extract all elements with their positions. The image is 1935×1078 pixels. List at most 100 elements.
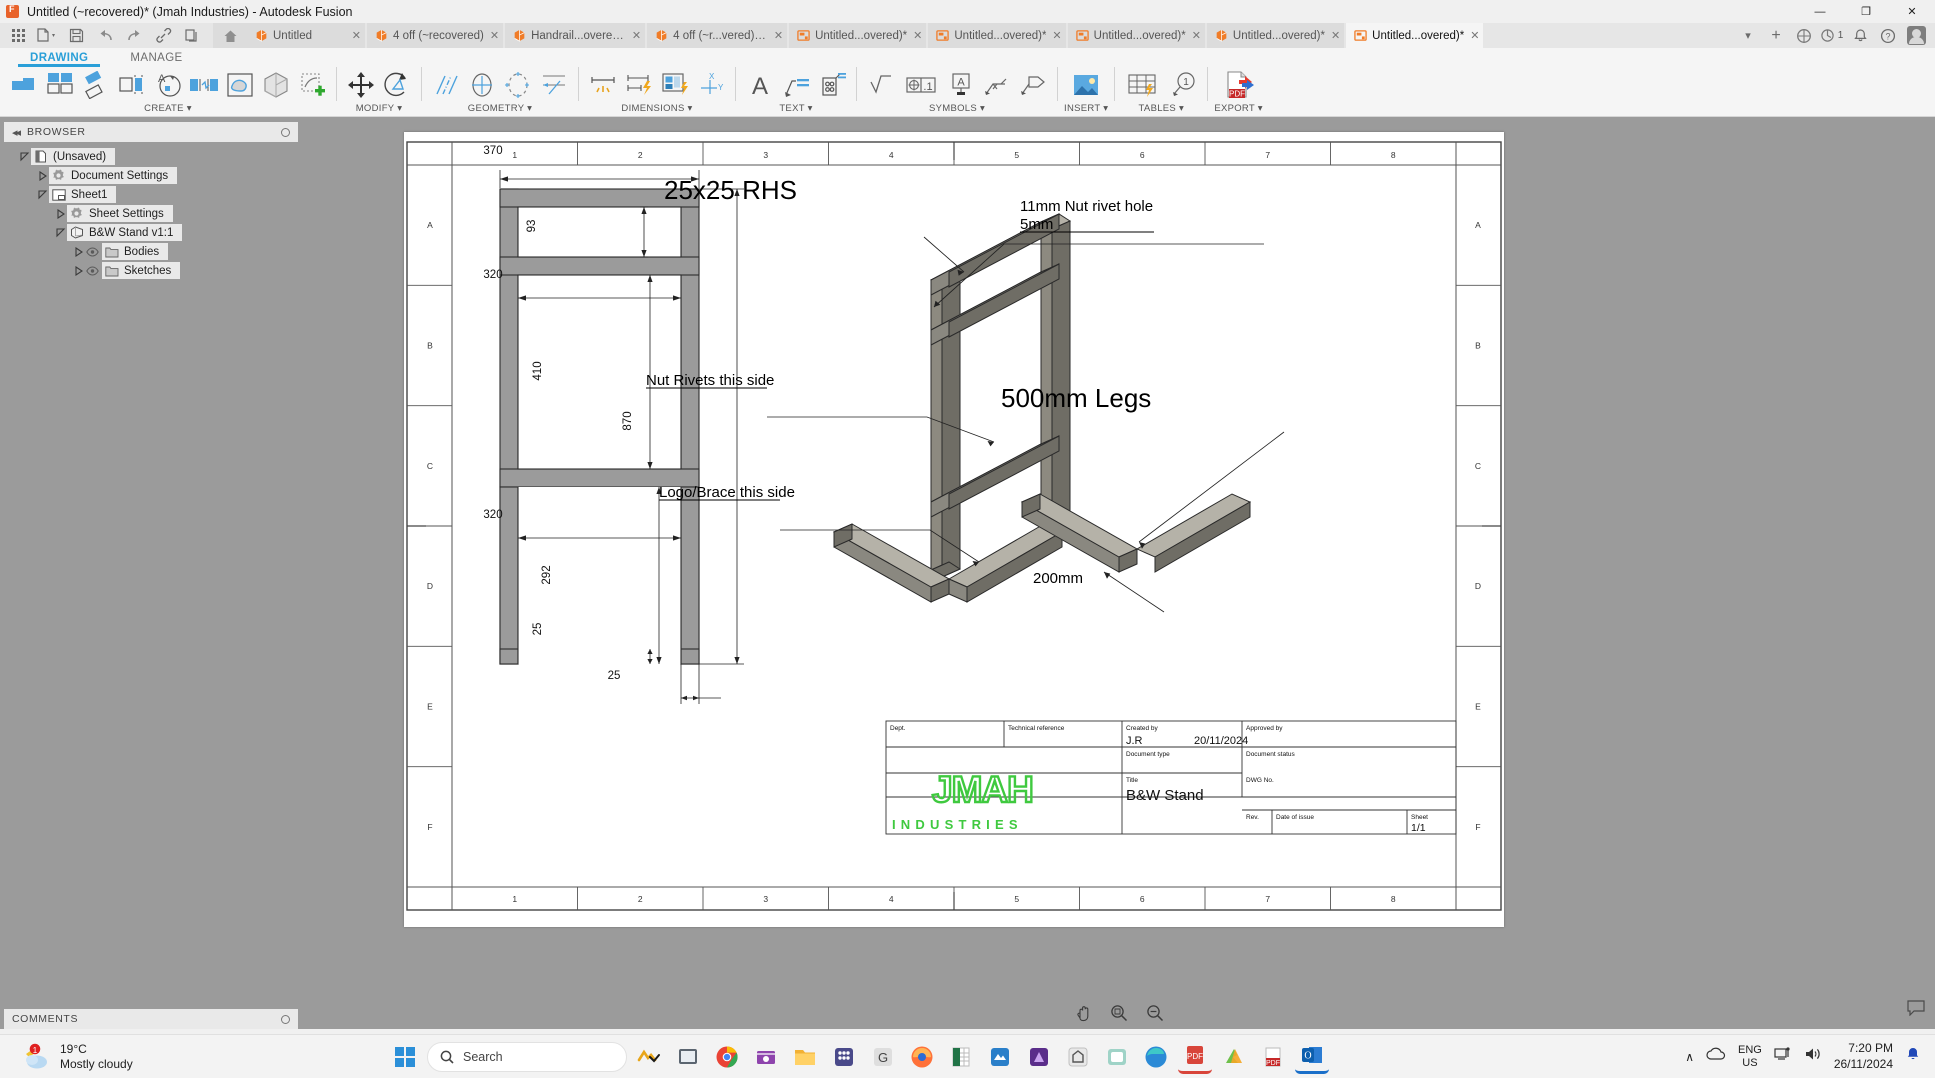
leader-text-icon[interactable] <box>778 67 814 102</box>
save-icon[interactable] <box>62 24 90 48</box>
taskbar-weather-widget[interactable]: 1 19°C Mostly cloudy <box>0 1042 360 1072</box>
group-label-modify[interactable]: MODIFY ▾ <box>356 103 403 114</box>
notifications-bell-icon[interactable] <box>1847 24 1873 48</box>
ribbon-tab-drawing[interactable]: DRAWING <box>17 52 101 67</box>
browser-item-unsaved[interactable]: (Unsaved) <box>0 147 302 166</box>
text-icon[interactable]: A <box>742 67 778 102</box>
bend-note-icon[interactable] <box>1015 67 1051 102</box>
export-pdf-icon[interactable]: PDF <box>1217 67 1261 102</box>
taskbar-edge-icon[interactable] <box>1139 1040 1173 1074</box>
group-label-text[interactable]: TEXT ▾ <box>779 103 812 114</box>
move-view-icon[interactable] <box>343 67 379 102</box>
dimension-icon[interactable] <box>585 67 621 102</box>
taskbar-store-icon[interactable] <box>749 1040 783 1074</box>
feature-control-frame-icon[interactable]: .1 <box>899 67 943 102</box>
group-label-dimensions[interactable]: DIMENSIONS ▾ <box>621 103 692 114</box>
auto-dimension-icon[interactable] <box>621 67 657 102</box>
document-tab-5[interactable]: Untitled...overed)* ✕ <box>928 23 1066 48</box>
detail-view-icon[interactable]: A <box>150 67 186 102</box>
document-tab-close-icon[interactable]: ✕ <box>774 29 783 42</box>
visibility-eye-icon[interactable] <box>85 264 100 277</box>
taskbar-pdf-icon[interactable]: PDF <box>1256 1040 1290 1074</box>
browser-item-b-w-stand-v1-1[interactable]: B&W Stand v1:1 <box>0 223 302 242</box>
group-label-geometry[interactable]: GEOMETRY ▾ <box>468 103 532 114</box>
projected-view-icon[interactable] <box>42 67 78 102</box>
taskbar-chrome-icon[interactable] <box>710 1040 744 1074</box>
zoom-window-icon[interactable] <box>1108 1003 1130 1023</box>
browser-item-sheet-settings[interactable]: Sheet Settings <box>0 204 302 223</box>
expand-arrow-icon[interactable] <box>54 207 67 220</box>
tray-network-icon[interactable] <box>1774 1046 1792 1067</box>
break-view-icon[interactable] <box>186 67 222 102</box>
document-tab-1[interactable]: 4 off (~recovered) ✕ <box>367 23 504 48</box>
expand-arrow-icon[interactable] <box>36 169 49 182</box>
document-tab-6[interactable]: Untitled...overed)* ✕ <box>1067 23 1205 48</box>
table-icon[interactable] <box>1121 67 1165 102</box>
document-tab-close-icon[interactable]: ✕ <box>1192 29 1201 42</box>
weld-symbol-icon[interactable] <box>979 67 1015 102</box>
expand-arrow-icon[interactable] <box>18 150 31 163</box>
base-view-icon[interactable] <box>6 67 42 102</box>
tray-clock[interactable]: 7:20 PM 26/11/2024 <box>1834 1041 1893 1072</box>
taskbar-teams-icon[interactable] <box>1100 1040 1134 1074</box>
taskbar-g-icon[interactable]: G <box>866 1040 900 1074</box>
taskbar-firefox-icon[interactable] <box>905 1040 939 1074</box>
browser-item-sheet1[interactable]: Sheet1 <box>0 185 302 204</box>
expand-arrow-icon[interactable] <box>72 245 85 258</box>
edge-extension-icon[interactable] <box>536 67 572 102</box>
comments-options-icon[interactable] <box>281 1014 290 1024</box>
user-avatar[interactable] <box>1903 24 1929 48</box>
expand-arrow-icon[interactable] <box>72 264 85 277</box>
job-status-icon[interactable]: 1 <box>1819 24 1845 48</box>
taskbar-copilot-icon[interactable] <box>671 1040 705 1074</box>
rotate-view-icon[interactable] <box>379 67 415 102</box>
app-grid-icon[interactable] <box>4 24 32 48</box>
taskbar-search[interactable]: Search <box>427 1041 627 1072</box>
document-tab-close-icon[interactable]: ✕ <box>632 29 641 42</box>
expand-arrow-icon[interactable] <box>54 226 67 239</box>
copy-icon[interactable] <box>178 24 206 48</box>
browser-options-icon[interactable] <box>281 127 290 137</box>
center-mark-icon[interactable] <box>464 67 500 102</box>
group-label-symbols[interactable]: SYMBOLS ▾ <box>929 103 985 114</box>
undo-icon[interactable] <box>91 24 119 48</box>
insert-image-icon[interactable] <box>1064 67 1108 102</box>
close-button[interactable]: ✕ <box>1889 0 1935 23</box>
iso-view-icon[interactable] <box>258 67 294 102</box>
datum-identifier-icon[interactable]: A <box>943 67 979 102</box>
taskbar-outlook-icon[interactable]: O <box>1295 1040 1329 1074</box>
taskbar-pdf-active-icon[interactable]: PDF <box>1178 1040 1212 1074</box>
taskbar-excel-icon[interactable] <box>944 1040 978 1074</box>
document-tab-close-icon[interactable]: ✕ <box>490 29 499 42</box>
document-tab-8[interactable]: Untitled...overed)* ✕ <box>1346 23 1484 48</box>
ordinate-dimension-icon[interactable] <box>657 67 693 102</box>
taskbar-grammarly-icon[interactable] <box>827 1040 861 1074</box>
tray-notification-icon[interactable] <box>1905 1046 1921 1067</box>
origin-icon[interactable]: XY <box>693 67 729 102</box>
taskbar-affinity-icon[interactable] <box>1022 1040 1056 1074</box>
browser-item-bodies[interactable]: Bodies <box>0 242 302 261</box>
minimize-button[interactable]: — <box>1797 0 1843 23</box>
tray-volume-icon[interactable] <box>1804 1046 1822 1067</box>
new-tab-button[interactable]: + <box>1763 24 1789 48</box>
document-tab-2[interactable]: Handrail...overed)* ✕ <box>505 23 646 48</box>
link-icon[interactable] <box>149 24 177 48</box>
taskbar-slicer-icon[interactable] <box>1217 1040 1251 1074</box>
taskbar-explorer-icon[interactable] <box>788 1040 822 1074</box>
section-view-icon[interactable] <box>114 67 150 102</box>
taskbar-widgets-icon[interactable] <box>632 1040 666 1074</box>
feedback-icon[interactable] <box>1907 1000 1925 1021</box>
document-tab-close-icon[interactable]: ✕ <box>1052 29 1061 42</box>
browser-item-document-settings[interactable]: Document Settings <box>0 166 302 185</box>
new-document-icon[interactable] <box>33 24 61 48</box>
table-note-icon[interactable] <box>814 67 850 102</box>
drawing-sheet[interactable]: 1234567812345678AABBCCDDEEFF 25x25 RHS 1… <box>404 132 1504 927</box>
group-label-create[interactable]: CREATE ▾ <box>144 103 192 114</box>
home-button[interactable] <box>213 23 247 48</box>
document-tab-close-icon[interactable]: ✕ <box>1331 29 1340 42</box>
taskbar-settings-icon[interactable] <box>1061 1040 1095 1074</box>
balloon-icon[interactable]: 1 <box>1165 67 1201 102</box>
expand-arrow-icon[interactable] <box>36 188 49 201</box>
help-icon[interactable]: ? <box>1875 24 1901 48</box>
document-tab-close-icon[interactable]: ✕ <box>1470 29 1479 42</box>
